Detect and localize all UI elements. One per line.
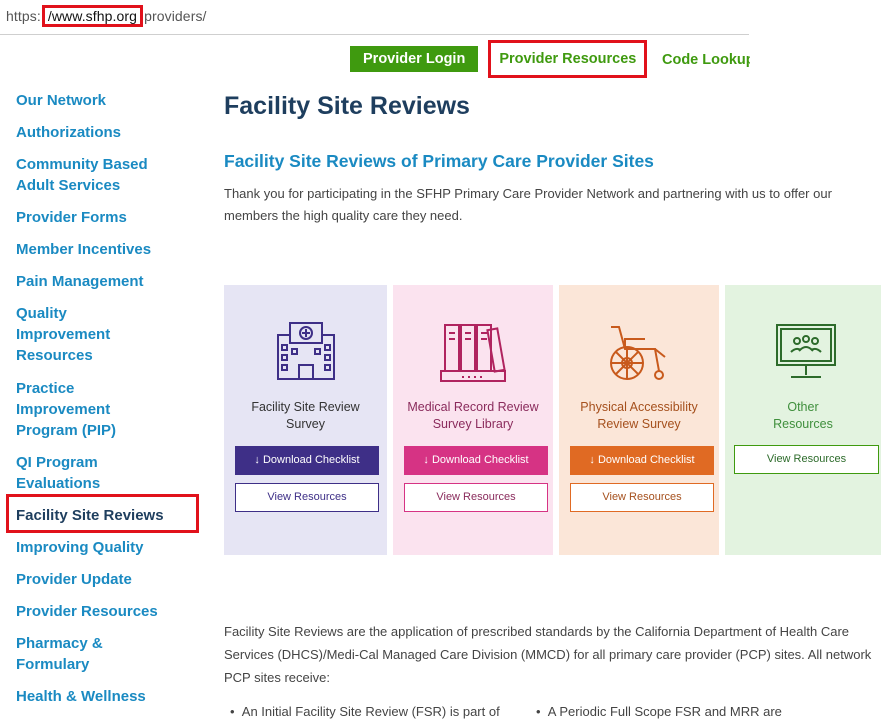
- sidebar-item-member-incentives[interactable]: Member Incentives: [16, 239, 151, 260]
- card-title: Physical Accessibility Review Survey: [580, 400, 698, 431]
- body-paragraph: Facility Site Reviews are the applicatio…: [224, 624, 872, 685]
- card-title: Facility Site Review Survey: [251, 400, 360, 431]
- sidebar-item-provider-update[interactable]: Provider Update: [16, 569, 132, 590]
- sidebar-item-authorizations[interactable]: Authorizations: [16, 122, 121, 143]
- download-checklist-button[interactable]: ↓ Download Checklist: [235, 446, 379, 475]
- card-other-resources: Other Resources View Resources: [725, 285, 881, 555]
- page-title: Facility Site Reviews: [224, 92, 470, 120]
- download-arrow-icon: ↓: [254, 454, 260, 466]
- view-resources-button[interactable]: View Resources: [570, 483, 714, 512]
- sidebar-item-our-network[interactable]: Our Network: [16, 90, 106, 111]
- sidebar-item-qi-program-evaluations[interactable]: QI Program Evaluations: [16, 452, 100, 494]
- provider-login-button[interactable]: Provider Login: [350, 46, 479, 72]
- url-domain-highlight: /www.sfhp.org: [41, 5, 144, 27]
- active-item-highlight: [6, 494, 199, 533]
- wheelchair-icon: [559, 321, 719, 383]
- url-prefix: https:: [6, 8, 41, 24]
- card-title: Medical Record Review Survey Library: [407, 400, 539, 431]
- sidebar-item-cbas[interactable]: Community Based Adult Services: [16, 154, 148, 196]
- header-divider: [0, 34, 749, 35]
- binders-icon: [393, 321, 553, 383]
- code-lookup-link[interactable]: Code Lookup: [662, 52, 750, 68]
- view-resources-button[interactable]: View Resources: [734, 445, 879, 474]
- download-arrow-icon: ↓: [423, 454, 429, 466]
- url-bar[interactable]: https:/www.sfhp.org providers/: [6, 5, 207, 27]
- sidebar-item-provider-resources[interactable]: Provider Resources: [16, 601, 158, 622]
- download-checklist-button[interactable]: ↓ Download Checklist: [404, 446, 548, 475]
- card-title: Other Resources: [773, 400, 833, 431]
- monitor-people-icon: [725, 321, 881, 383]
- sidebar-item-pharmacy-formulary[interactable]: Pharmacy & Formulary: [16, 633, 103, 675]
- card-medical-record-review: Medical Record Review Survey Library ↓ Do…: [393, 285, 553, 555]
- view-resources-button[interactable]: View Resources: [235, 483, 379, 512]
- sidebar-item-quality-improvement-resources[interactable]: Quality Improvement Resources: [16, 303, 110, 366]
- page-subtitle: Facility Site Reviews of Primary Care Pr…: [224, 151, 654, 171]
- sidebar-item-pip[interactable]: Practice Improvement Program (PIP): [16, 378, 116, 441]
- bullet-item: • An Initial Facility Site Review (FSR) …: [230, 704, 500, 719]
- sidebar-item-pain-management[interactable]: Pain Management: [16, 271, 144, 292]
- download-arrow-icon: ↓: [589, 454, 595, 466]
- provider-resources-highlight: Provider Resources: [488, 39, 648, 78]
- view-resources-button[interactable]: View Resources: [404, 483, 548, 512]
- provider-resources-link[interactable]: Provider Resources: [499, 51, 636, 67]
- bullet-item: • A Periodic Full Scope FSR and MRR are: [536, 704, 782, 719]
- url-path: providers/: [144, 8, 207, 24]
- download-checklist-button[interactable]: ↓ Download Checklist: [570, 446, 714, 475]
- card-facility-site-review: Facility Site Review Survey ↓ Download Ch…: [224, 285, 387, 555]
- sidebar-item-health-wellness[interactable]: Health & Wellness: [16, 686, 146, 707]
- top-nav: Provider Login Provider Resources: [350, 39, 648, 78]
- intro-paragraph: Thank you for participating in the SFHP …: [224, 186, 832, 223]
- card-physical-accessibility-review: Physical Accessibility Review Survey ↓ Do…: [559, 285, 719, 555]
- hospital-icon: [224, 321, 387, 383]
- sidebar-item-improving-quality[interactable]: Improving Quality: [16, 537, 144, 558]
- sidebar-item-provider-forms[interactable]: Provider Forms: [16, 207, 127, 228]
